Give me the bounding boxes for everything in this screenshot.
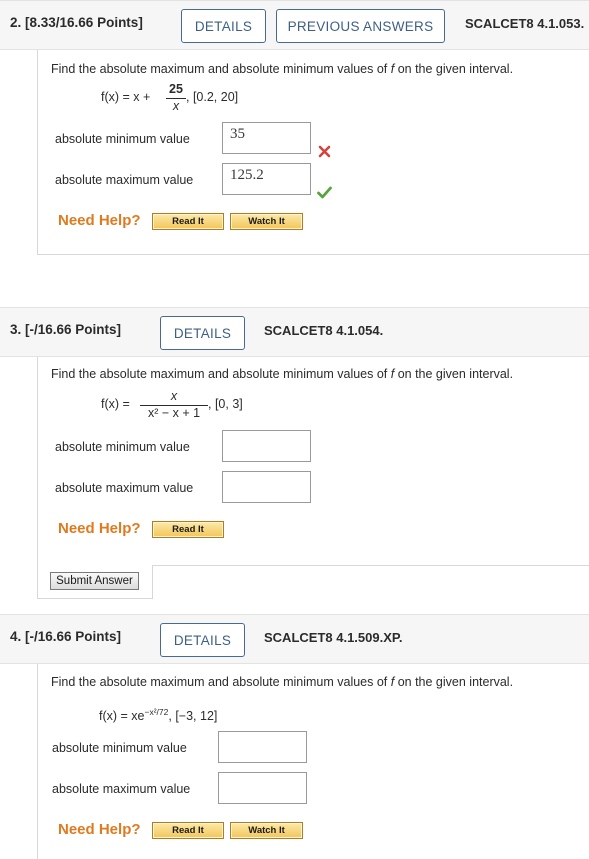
question-2-function-numerator: 25 <box>169 82 183 96</box>
question-3-interval: , [0, 3] <box>208 397 243 411</box>
question-4-code: SCALCET8 4.1.509.XP. <box>264 630 403 645</box>
question-3-number: 3. [-/16.66 Points] <box>10 322 122 337</box>
question-4-interval: , [−3, 12] <box>168 709 218 724</box>
question-4-need-help: Need Help? <box>58 821 141 838</box>
question-2-min-label: absolute minimum value <box>55 132 190 146</box>
question-3-function-numerator: x <box>170 389 178 403</box>
question-2-watch-it-button[interactable]: Watch It <box>230 213 303 230</box>
question-3-details-button[interactable]: DETAILS <box>160 316 245 350</box>
question-4-function: f(x) = xe−x²/72, [−3, 12] <box>99 707 217 723</box>
question-3-min-label: absolute minimum value <box>55 440 190 454</box>
question-3-submit-button[interactable]: Submit Answer <box>50 572 139 590</box>
question-4-number: 4. [-/16.66 Points] <box>10 629 122 644</box>
question-2-number: 2. [8.33/16.66 Points] <box>10 15 143 30</box>
question-3-max-input[interactable] <box>222 471 311 503</box>
question-3-function-denominator: x² − x + 1 <box>147 406 201 420</box>
question-2-function-denominator: x <box>172 99 180 113</box>
question-4-details-button[interactable]: DETAILS <box>160 623 245 657</box>
question-4-max-label: absolute maximum value <box>52 782 191 796</box>
question-4-min-label: absolute minimum value <box>52 741 187 755</box>
question-4-function-lhs: f(x) = xe <box>99 709 145 724</box>
question-2-code: SCALCET8 4.1.053. <box>465 16 585 31</box>
question-3-max-label: absolute maximum value <box>55 481 194 495</box>
question-3-prompt: Find the absolute maximum and absolute m… <box>51 367 514 381</box>
question-3-area-border <box>152 565 589 566</box>
question-2-read-it-button[interactable]: Read It <box>152 213 224 230</box>
question-3-header: 3. [-/16.66 Points] DETAILS SCALCET8 4.1… <box>0 307 589 357</box>
question-2-interval: , [0.2, 20] <box>186 90 239 104</box>
question-3-read-it-button[interactable]: Read It <box>152 521 224 538</box>
question-4-max-input[interactable] <box>218 772 307 804</box>
question-3-need-help: Need Help? <box>58 520 141 537</box>
question-3-left-border <box>37 357 38 599</box>
question-3-function-lhs: f(x) = <box>101 397 130 411</box>
question-2-previous-answers-button[interactable]: PREVIOUS ANSWERS <box>276 9 445 43</box>
question-3-submit-right-border <box>152 565 153 599</box>
question-4-left-border <box>37 664 38 859</box>
incorrect-x-icon <box>318 145 331 158</box>
question-2-details-button[interactable]: DETAILS <box>181 9 266 43</box>
question-2-max-label: absolute maximum value <box>55 173 194 187</box>
question-4-min-input[interactable] <box>218 731 307 763</box>
question-2-prompt: Find the absolute maximum and absolute m… <box>51 62 514 76</box>
question-2-min-input[interactable]: 35 <box>222 122 311 154</box>
question-2-need-help: Need Help? <box>58 212 141 229</box>
question-4-prompt: Find the absolute maximum and absolute m… <box>51 675 514 689</box>
question-2-bottom-border <box>37 254 589 255</box>
question-4-function-exponent: −x²/72 <box>144 707 169 717</box>
correct-check-icon <box>317 186 332 199</box>
question-3-submit-border <box>37 598 153 599</box>
question-4-header: 4. [-/16.66 Points] DETAILS SCALCET8 4.1… <box>0 614 589 664</box>
question-4-watch-it-button[interactable]: Watch It <box>230 822 303 839</box>
question-3-code: SCALCET8 4.1.054. <box>264 323 384 338</box>
question-3-min-input[interactable] <box>222 430 311 462</box>
question-2-header: 2. [8.33/16.66 Points] DETAILS PREVIOUS … <box>0 0 589 50</box>
question-2-function-lhs: f(x) = x + <box>101 90 151 104</box>
question-2-max-input[interactable]: 125.2 <box>222 163 311 195</box>
question-2-left-border <box>37 50 38 255</box>
question-4-read-it-button[interactable]: Read It <box>152 822 224 839</box>
